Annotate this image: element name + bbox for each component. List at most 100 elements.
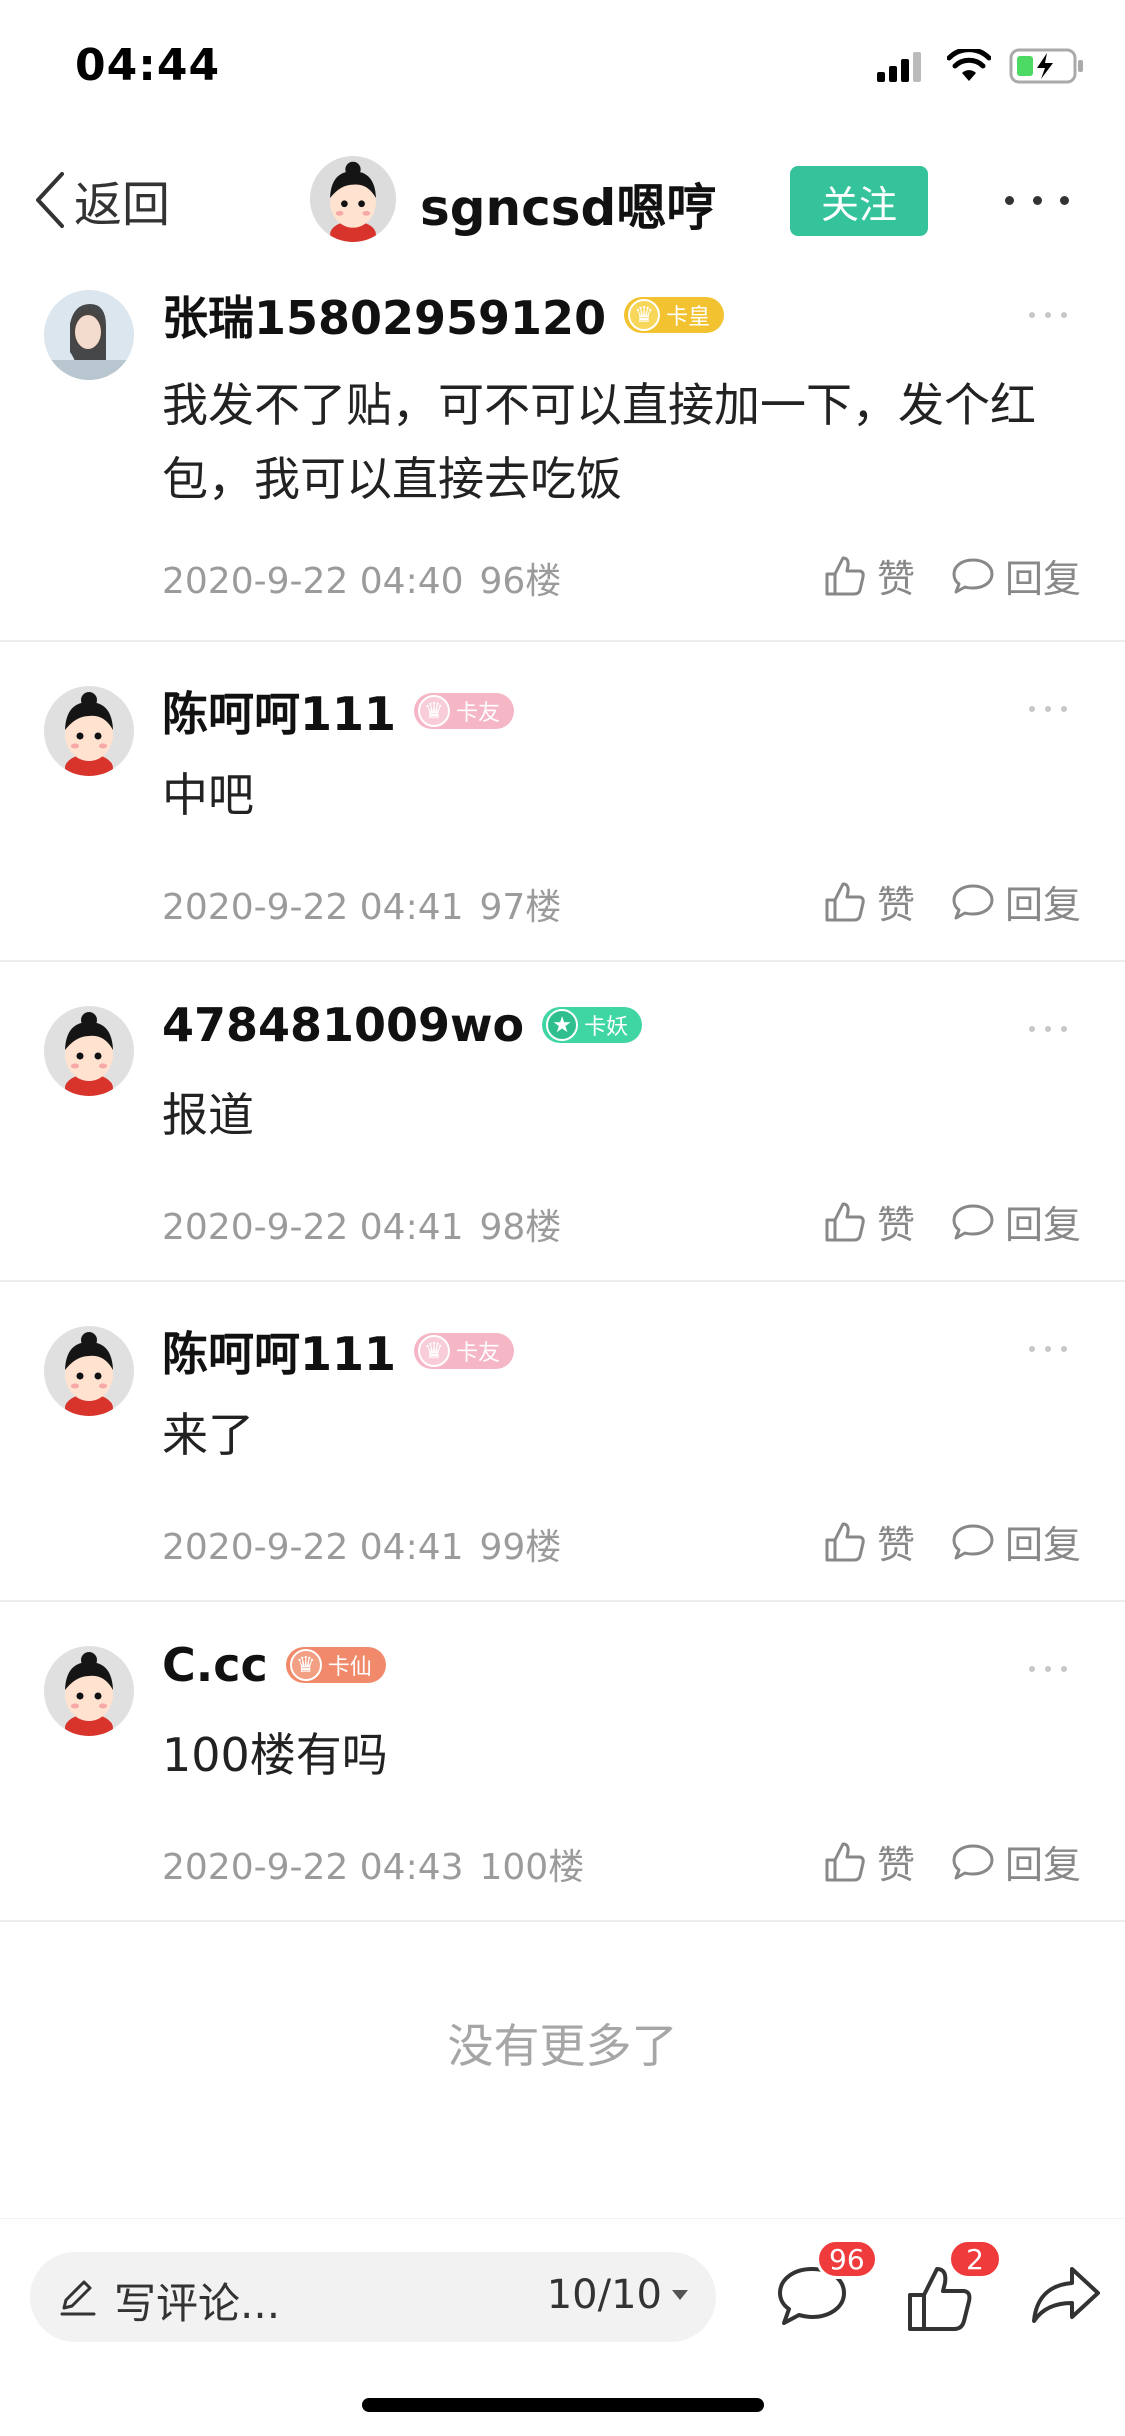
comment-more-button[interactable] xyxy=(1029,1026,1067,1032)
battery-charging-icon xyxy=(1009,48,1083,84)
level-badge-label: 卡皇 xyxy=(666,305,711,330)
speech-bubble-icon xyxy=(952,1844,994,1879)
user-avatar[interactable] xyxy=(44,1646,134,1736)
comment-username[interactable]: 陈呵呵111 xyxy=(162,1318,396,1384)
like-button[interactable]: 赞 xyxy=(823,1194,915,1249)
comment-input[interactable]: 写评论... 10/10 xyxy=(30,2252,716,2342)
more-dot xyxy=(1005,195,1014,205)
comment-time: 2020-9-22 04:41 xyxy=(162,1207,464,1248)
like-post-button[interactable]: 2 xyxy=(904,2239,1002,2343)
photo-avatar-icon xyxy=(44,290,134,380)
share-button[interactable] xyxy=(1030,2263,1110,2343)
reply-button[interactable]: 回复 xyxy=(951,548,1081,603)
comment-username[interactable]: 张瑞15802959120 xyxy=(162,282,606,348)
back-button[interactable]: 返回 xyxy=(32,168,170,233)
cellular-signal-icon xyxy=(877,52,921,82)
comment-actions: 赞 回复 xyxy=(823,874,1081,929)
comment-floor: 100楼 xyxy=(479,1847,585,1888)
thumbs-up-icon xyxy=(825,1202,865,1241)
crown-icon: ♛ xyxy=(418,695,451,727)
speech-bubble-icon xyxy=(952,1524,994,1559)
comment-time: 2020-9-22 04:43 xyxy=(162,1847,464,1888)
like-button[interactable]: 赞 xyxy=(823,1514,915,1569)
user-avatar[interactable] xyxy=(44,290,134,380)
level-badge-label: 卡妖 xyxy=(584,1015,629,1040)
user-avatar[interactable] xyxy=(44,1006,134,1096)
follow-button[interactable]: 关注 xyxy=(790,166,928,236)
comment-time: 2020-9-22 04:40 xyxy=(162,561,464,602)
comment-item: 478481009wo ★ 卡妖 报道 2020-9-22 04:41 98楼 赞… xyxy=(0,962,1125,1282)
reply-button[interactable]: 回复 xyxy=(951,1514,1081,1569)
comment-meta: 2020-9-22 04:40 96楼 xyxy=(162,552,561,604)
reply-button[interactable]: 回复 xyxy=(951,1834,1081,1889)
comment-more-button[interactable] xyxy=(1029,706,1067,712)
comment-floor: 99楼 xyxy=(479,1527,562,1568)
comment-actions: 赞 回复 xyxy=(823,548,1081,603)
speech-bubble-icon xyxy=(952,1204,994,1239)
like-label: 赞 xyxy=(876,1843,915,1887)
comment-actions: 赞 回复 xyxy=(823,1834,1081,1889)
thumbs-up-icon xyxy=(825,1522,865,1561)
like-button[interactable]: 赞 xyxy=(823,874,915,929)
comment-more-button[interactable] xyxy=(1029,1666,1067,1672)
reply-button[interactable]: 回复 xyxy=(951,1194,1081,1249)
caret-down-icon xyxy=(672,2290,688,2300)
more-dot xyxy=(1060,195,1069,205)
more-options-button[interactable] xyxy=(1005,180,1069,220)
cartoon-avatar-icon xyxy=(44,1646,134,1736)
reply-label: 回复 xyxy=(1004,557,1081,601)
more-dot xyxy=(1045,1666,1051,1672)
comment-header: 陈呵呵111 ♛ 卡友 xyxy=(162,678,515,744)
crown-icon: ♛ xyxy=(628,299,661,331)
page-selector[interactable]: 10/10 xyxy=(547,2272,690,2318)
reply-label: 回复 xyxy=(1004,883,1081,927)
like-label: 赞 xyxy=(876,883,915,927)
more-dot xyxy=(1032,195,1042,205)
author-username[interactable]: sgncsd嗯哼 xyxy=(420,168,716,240)
level-badge: ♛ 卡友 xyxy=(414,693,515,729)
like-button[interactable]: 赞 xyxy=(823,548,915,603)
like-label: 赞 xyxy=(876,1523,915,1567)
more-dot xyxy=(1061,1346,1067,1352)
comment-count-badge: 96 xyxy=(816,2239,878,2279)
like-label: 赞 xyxy=(876,1203,915,1247)
comment-text: 中吧 xyxy=(162,768,254,822)
reply-label: 回复 xyxy=(1004,1203,1081,1247)
comment-text: 100楼有吗 xyxy=(162,1728,388,1782)
comment-username[interactable]: 478481009wo xyxy=(162,998,524,1052)
comment-username[interactable]: 陈呵呵111 xyxy=(162,678,396,744)
speech-bubble-icon xyxy=(952,558,994,593)
level-badge: ♛ 卡仙 xyxy=(285,1647,386,1683)
more-dot xyxy=(1061,706,1067,712)
cartoon-avatar-icon xyxy=(310,156,396,242)
comment-more-button[interactable] xyxy=(1029,312,1067,318)
level-badge: ♛ 卡皇 xyxy=(624,297,725,333)
thumbs-up-icon xyxy=(825,556,865,595)
more-dot xyxy=(1045,1346,1051,1352)
like-button[interactable]: 赞 xyxy=(823,1834,915,1889)
more-dot xyxy=(1029,706,1035,712)
like-count-badge: 2 xyxy=(948,2239,1002,2279)
reply-button[interactable]: 回复 xyxy=(951,874,1081,929)
more-dot xyxy=(1029,1346,1035,1352)
comment-header: 张瑞15802959120 ♛ 卡皇 xyxy=(162,282,725,348)
comments-button[interactable]: 96 xyxy=(776,2239,878,2343)
comment-more-button[interactable] xyxy=(1029,1346,1067,1352)
more-dot xyxy=(1061,1666,1067,1672)
user-avatar[interactable] xyxy=(44,1326,134,1416)
more-dot xyxy=(1061,312,1067,318)
chevron-left-icon xyxy=(36,172,64,228)
comment-list: 张瑞15802959120 ♛ 卡皇 我发不了贴，可不可以直接加一下，发个红包，… xyxy=(0,270,1125,1922)
home-indicator[interactable] xyxy=(362,2398,764,2412)
comment-floor: 96楼 xyxy=(479,561,562,602)
page-indicator-label: 10/10 xyxy=(546,2272,662,2318)
comment-actions: 赞 回复 xyxy=(823,1514,1081,1569)
level-badge: ♛ 卡友 xyxy=(414,1333,515,1369)
comment-username[interactable]: C.cc xyxy=(162,1638,268,1692)
status-bar: 04:44 xyxy=(0,0,1125,140)
no-more-indicator: 没有更多了 xyxy=(447,2019,678,2073)
comment-meta: 2020-9-22 04:41 97楼 xyxy=(162,878,561,930)
author-avatar[interactable] xyxy=(310,156,396,242)
user-avatar[interactable] xyxy=(44,686,134,776)
reply-label: 回复 xyxy=(1004,1843,1081,1887)
